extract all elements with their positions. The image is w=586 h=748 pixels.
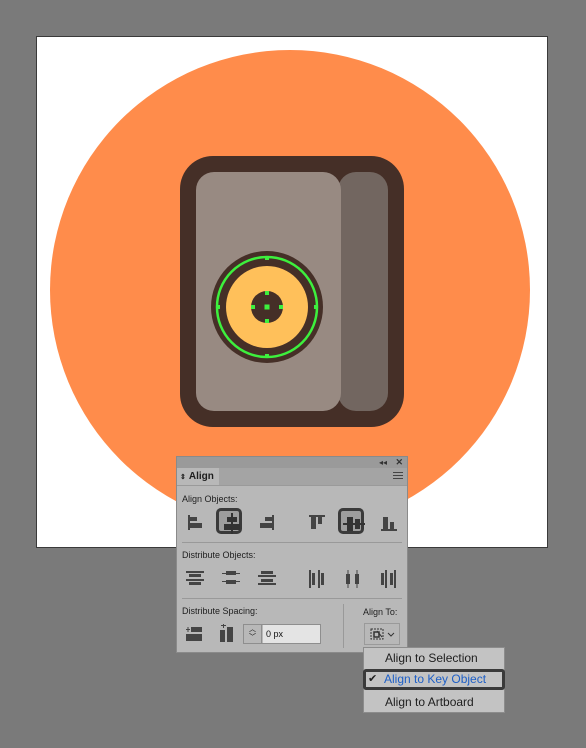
horizontal-align-right-icon [260,515,274,530]
vertical-distribute-center-icon [222,571,240,584]
anchor-point-outer-top[interactable] [265,256,269,260]
align-to-menu: Align to Selection ✔ Align to Key Object… [363,647,505,713]
menu-item-align-to-key-object[interactable]: ✔ Align to Key Object [363,669,505,690]
vertical-distribute-top-button[interactable] [182,566,208,592]
anchor-point-bottom[interactable] [265,319,269,323]
spacing-stepper[interactable]: ︿ ﹀ [243,624,321,644]
vertical-distribute-space-icon [186,627,202,641]
distribute-objects-label: Distribute Objects: [182,550,256,560]
anchor-point-right[interactable] [279,305,283,309]
vertical-distribute-bottom-icon [258,571,276,585]
expand-options-icon[interactable]: ⇕ [180,474,186,481]
horizontal-align-left-button[interactable] [182,510,208,536]
vertical-align-bottom-icon [381,517,397,531]
horizontal-align-center-icon [224,513,240,534]
spacing-input[interactable] [263,625,320,643]
collapse-panel-icon[interactable]: ◂◂ [379,457,387,468]
vertical-align-center-icon [343,517,365,531]
vertical-distribute-space-button[interactable] [182,622,208,648]
vertical-align-top-button[interactable] [304,510,330,536]
vertical-align-bottom-button[interactable] [376,510,402,536]
horizontal-distribute-right-icon [381,570,396,588]
selection-center-point [264,304,270,310]
wallet-back-card[interactable] [338,172,388,411]
horizontal-distribute-center-button[interactable] [340,566,366,592]
divider [182,598,402,599]
vertical-distribute-top-icon [186,571,204,585]
divider [343,604,344,648]
checkmark-icon: ✔ [368,673,378,685]
stepper-arrows-icon[interactable]: ︿ ﹀ [244,625,262,643]
horizontal-align-right-button[interactable] [254,510,280,536]
menu-item-label: Align to Artboard [385,695,474,709]
menu-item-label: Align to Key Object [384,672,487,686]
horizontal-distribute-left-button[interactable] [304,566,330,592]
close-panel-icon[interactable]: ✕ [395,457,403,468]
anchor-point-left[interactable] [251,305,255,309]
anchor-point-top[interactable] [265,291,269,295]
vertical-distribute-center-button[interactable] [218,566,244,592]
vertical-distribute-bottom-button[interactable] [254,566,280,592]
align-to-key-object-icon [370,628,395,640]
anchor-point-outer-bottom[interactable] [265,354,269,358]
anchor-point-outer-right[interactable] [314,305,318,309]
horizontal-distribute-space-icon [220,624,233,642]
align-to-button[interactable] [364,623,400,645]
horizontal-align-center-button[interactable] [216,508,242,534]
horizontal-distribute-left-icon [309,570,324,588]
vertical-align-center-button[interactable] [338,508,365,534]
menu-item-align-to-artboard[interactable]: Align to Artboard [364,692,504,713]
align-objects-label: Align Objects: [182,494,238,504]
tab-align[interactable]: ⇕ Align [177,468,219,485]
menu-item-label: Align to Selection [385,651,478,665]
align-to-label: Align To: [363,607,398,617]
horizontal-distribute-center-icon [346,570,359,588]
panel-tab-row: ⇕ Align [177,468,407,486]
panel-titlebar[interactable]: ◂◂ ✕ [177,457,407,468]
horizontal-align-left-icon [188,515,202,530]
distribute-spacing-label: Distribute Spacing: [182,606,258,616]
menu-item-align-to-selection[interactable]: Align to Selection [364,648,504,669]
panel-menu-icon[interactable] [393,472,403,481]
vertical-align-top-icon [309,515,325,529]
divider [182,542,402,543]
horizontal-distribute-right-button[interactable] [376,566,402,592]
anchor-point-outer-left[interactable] [216,305,220,309]
horizontal-distribute-space-button[interactable] [214,622,240,648]
tab-align-label: Align [188,471,214,482]
